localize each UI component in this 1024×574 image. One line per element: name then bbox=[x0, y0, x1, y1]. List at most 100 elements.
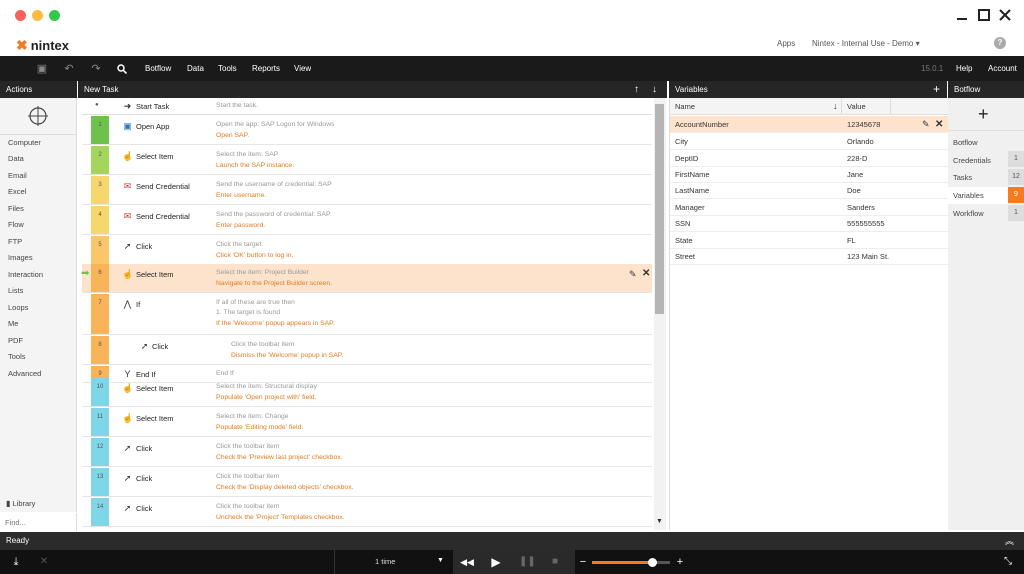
minimize-icon[interactable] bbox=[955, 8, 969, 22]
task-row-2[interactable]: 2 ☝ Select Item Select the item: SAP Lau… bbox=[82, 146, 652, 175]
menu-help[interactable]: Help bbox=[956, 64, 972, 73]
task-row-8[interactable]: 8 ➚ Click Click the toolbar item Dismiss… bbox=[82, 336, 652, 365]
action-category-tools[interactable]: Tools bbox=[8, 352, 26, 361]
menu-reports[interactable]: Reports bbox=[252, 64, 280, 73]
rewind-icon[interactable]: ◀◀ bbox=[460, 554, 474, 570]
botflow-nav-tasks[interactable]: Tasks bbox=[953, 173, 972, 182]
action-category-files[interactable]: Files bbox=[8, 204, 24, 213]
variable-row[interactable]: SSN 555555555 bbox=[670, 215, 948, 232]
task-row-5[interactable]: 5 ➚ Click Click the target. Click 'OK' b… bbox=[82, 236, 652, 265]
botflow-nav-variables[interactable]: Variables bbox=[953, 191, 984, 200]
step-description: Select the item: Change bbox=[216, 413, 289, 420]
stop-icon[interactable]: ■ bbox=[548, 554, 562, 570]
add-variable-icon[interactable]: + bbox=[933, 81, 940, 98]
task-scrollbar[interactable]: ▼ bbox=[654, 98, 666, 530]
speed-up-icon[interactable]: + bbox=[674, 554, 686, 570]
crosshair-target-icon[interactable] bbox=[28, 106, 48, 126]
scroll-down-icon[interactable]: ▼ bbox=[656, 518, 663, 525]
variable-row[interactable]: DeptID 228-D bbox=[670, 150, 948, 167]
task-row-start[interactable]: ● ➜ Start Task Start the task. bbox=[82, 98, 652, 115]
action-category-flow[interactable]: Flow bbox=[8, 220, 24, 229]
variable-row[interactable]: Street 123 Main St. bbox=[670, 248, 948, 265]
search-icon[interactable] bbox=[117, 64, 127, 74]
botflow-nav-workflow[interactable]: Workflow bbox=[953, 209, 984, 218]
close-icon[interactable] bbox=[998, 8, 1012, 22]
value-column-header[interactable]: Value bbox=[847, 98, 866, 115]
zoom-window-button[interactable] bbox=[49, 10, 60, 21]
save-icon[interactable]: ▣ bbox=[34, 61, 50, 77]
minimize-window-button[interactable] bbox=[32, 10, 43, 21]
menu-account[interactable]: Account bbox=[988, 64, 1017, 73]
action-category-excel[interactable]: Excel bbox=[8, 187, 26, 196]
speed-down-icon[interactable]: − bbox=[577, 554, 589, 570]
move-up-icon[interactable]: ↑ bbox=[634, 81, 639, 98]
find-action-input[interactable] bbox=[0, 513, 77, 531]
action-category-interaction[interactable]: Interaction bbox=[8, 270, 43, 279]
step-description: If all of these are true then bbox=[216, 299, 295, 306]
variable-row[interactable]: LastName Doe bbox=[670, 182, 948, 199]
edit-variable-icon[interactable]: ✎ bbox=[922, 116, 930, 133]
action-category-computer[interactable]: Computer bbox=[8, 138, 41, 147]
task-row-4[interactable]: 4 ✉ Send Credential Send the password of… bbox=[82, 206, 652, 235]
expand-icon[interactable]: ⤡ bbox=[1000, 554, 1016, 570]
action-category-me[interactable]: Me bbox=[8, 319, 18, 328]
close-window-button[interactable] bbox=[15, 10, 26, 21]
task-row-11[interactable]: 11 ☝ Select Item Select the item: Change… bbox=[82, 408, 652, 437]
action-category-email[interactable]: Email bbox=[8, 171, 27, 180]
clear-icon[interactable]: ✕ bbox=[37, 554, 51, 570]
variable-row[interactable]: Manager Sanders bbox=[670, 199, 948, 216]
task-row-3[interactable]: 3 ✉ Send Credential Send the username of… bbox=[82, 176, 652, 205]
account-selector[interactable]: Nintex - Internal Use - Demo ▾ bbox=[812, 39, 920, 48]
variable-value: 555555555 bbox=[847, 219, 885, 228]
action-category-ftp[interactable]: FTP bbox=[8, 237, 22, 246]
sort-arrow-icon[interactable]: ↓ bbox=[833, 98, 838, 115]
speed-slider-handle[interactable] bbox=[648, 558, 657, 567]
task-row-10[interactable]: 10 ☝ Select Item Select the item: Struct… bbox=[82, 378, 652, 407]
edit-step-icon[interactable]: ✎ bbox=[629, 269, 637, 280]
task-row-12[interactable]: 12 ➚ Click Click the toolbar item Check … bbox=[82, 438, 652, 467]
pause-icon[interactable]: ❚❚ bbox=[519, 554, 536, 570]
download-icon[interactable]: ⤓ bbox=[9, 554, 23, 570]
step-note: Enter username. bbox=[216, 192, 267, 199]
undo-icon[interactable]: ↶ bbox=[61, 61, 77, 77]
apps-link[interactable]: Apps bbox=[777, 39, 795, 48]
delete-variable-icon[interactable]: ✕ bbox=[935, 116, 943, 133]
name-column-header[interactable]: Name bbox=[675, 98, 695, 115]
delete-step-icon[interactable]: ✕ bbox=[642, 268, 650, 279]
action-category-advanced[interactable]: Advanced bbox=[8, 369, 41, 378]
variable-row[interactable]: FirstName Jane bbox=[670, 166, 948, 183]
library-link[interactable]: ▮ Library bbox=[6, 499, 35, 508]
if-icon: ⋀ bbox=[123, 299, 132, 309]
help-icon[interactable]: ? bbox=[994, 37, 1006, 49]
action-category-loops[interactable]: Loops bbox=[8, 303, 28, 312]
action-category-pdf[interactable]: PDF bbox=[8, 336, 23, 345]
repeat-selector[interactable]: 1 time ▼ bbox=[334, 550, 452, 574]
variable-row[interactable]: City Orlando bbox=[670, 133, 948, 150]
menu-botflow[interactable]: Botflow bbox=[145, 64, 171, 73]
speed-slider[interactable] bbox=[592, 558, 670, 567]
collapse-up-icon[interactable]: ︽ bbox=[1005, 532, 1014, 550]
task-row-6-selected[interactable]: 6 ☝ Select Item Select the item: Project… bbox=[82, 264, 652, 293]
redo-icon[interactable]: ↷ bbox=[88, 61, 104, 77]
variable-row-selected[interactable]: AccountNumber 12345678 ✎ ✕ bbox=[670, 116, 948, 133]
action-category-data[interactable]: Data bbox=[8, 154, 24, 163]
task-row-14[interactable]: 14 ➚ Click Click the toolbar item Unchec… bbox=[82, 498, 652, 527]
step-note: Populate 'Editing mode' field. bbox=[216, 424, 304, 431]
task-row-13[interactable]: 13 ➚ Click Click the toolbar item Check … bbox=[82, 468, 652, 497]
step-description: Click the toolbar item bbox=[216, 473, 280, 480]
play-icon[interactable]: ▶ bbox=[489, 554, 503, 570]
botflow-nav-botflow[interactable]: Botflow bbox=[953, 138, 978, 147]
task-scrollbar-thumb[interactable] bbox=[655, 104, 664, 314]
task-row-1[interactable]: 1 ▣ Open App Open the app: SAP Logon for… bbox=[82, 116, 652, 145]
task-row-7[interactable]: 7 ⋀ If If all of these are true then 1. … bbox=[82, 294, 652, 335]
menu-data[interactable]: Data bbox=[187, 64, 204, 73]
move-down-icon[interactable]: ↓ bbox=[652, 81, 657, 98]
action-category-lists[interactable]: Lists bbox=[8, 286, 23, 295]
botflow-nav-credentials[interactable]: Credentials bbox=[953, 156, 991, 165]
menu-view[interactable]: View bbox=[294, 64, 311, 73]
maximize-icon[interactable] bbox=[977, 8, 991, 22]
variable-row[interactable]: State FL bbox=[670, 232, 948, 249]
menu-tools[interactable]: Tools bbox=[218, 64, 237, 73]
action-category-images[interactable]: Images bbox=[8, 253, 33, 262]
add-botflow-item-icon[interactable]: + bbox=[978, 104, 989, 125]
